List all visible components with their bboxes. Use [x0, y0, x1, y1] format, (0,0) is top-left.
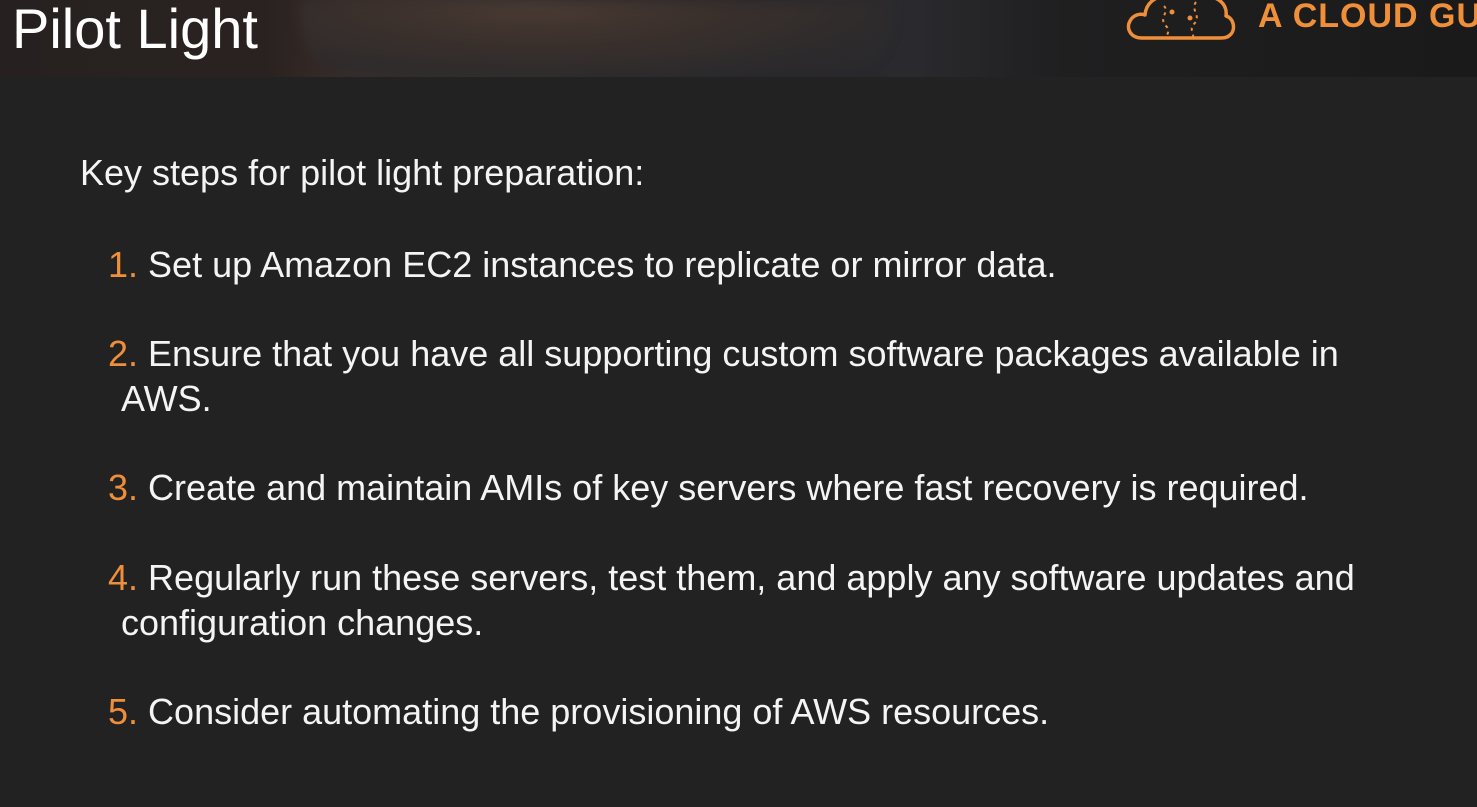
presenter-video-backdrop — [300, 0, 890, 77]
step-text: Regularly run these servers, test them, … — [148, 557, 1355, 598]
step-number: 1. — [108, 244, 139, 285]
step-text: Consider automating the provisioning of … — [148, 691, 1050, 732]
header-bar: Pilot Light A CLOUD GU — [0, 0, 1477, 77]
step-number: 4. — [108, 557, 139, 598]
step-item-1: 1. Set up Amazon EC2 instances to replic… — [108, 242, 1458, 287]
step-text: Create and maintain AMIs of key servers … — [148, 467, 1309, 508]
slide-title: Pilot Light — [12, 0, 258, 60]
step-number: 3. — [108, 467, 139, 508]
step-item-2: 2. Ensure that you have all supporting c… — [108, 331, 1458, 421]
brand-text: A CLOUD GU — [1258, 0, 1477, 35]
step-number: 5. — [108, 691, 139, 732]
step-item-3: 3. Create and maintain AMIs of key serve… — [108, 465, 1458, 510]
step-text-continued: configuration changes. — [121, 602, 484, 643]
cloud-icon — [1126, 0, 1236, 40]
step-number: 2. — [108, 333, 139, 374]
step-item-5: 5. Consider automating the provisioning … — [108, 689, 1458, 734]
step-item-4: 4. Regularly run these servers, test the… — [108, 555, 1458, 645]
step-text: Ensure that you have all supporting cust… — [148, 333, 1339, 374]
step-text-continued: AWS. — [121, 378, 212, 419]
intro-text: Key steps for pilot light preparation: — [80, 152, 645, 193]
slide: Pilot Light A CLOUD GU Key steps for pil… — [0, 0, 1477, 807]
step-text: Set up Amazon EC2 instances to replicate… — [148, 244, 1057, 285]
brand-logo: A CLOUD GU — [1124, 0, 1477, 46]
